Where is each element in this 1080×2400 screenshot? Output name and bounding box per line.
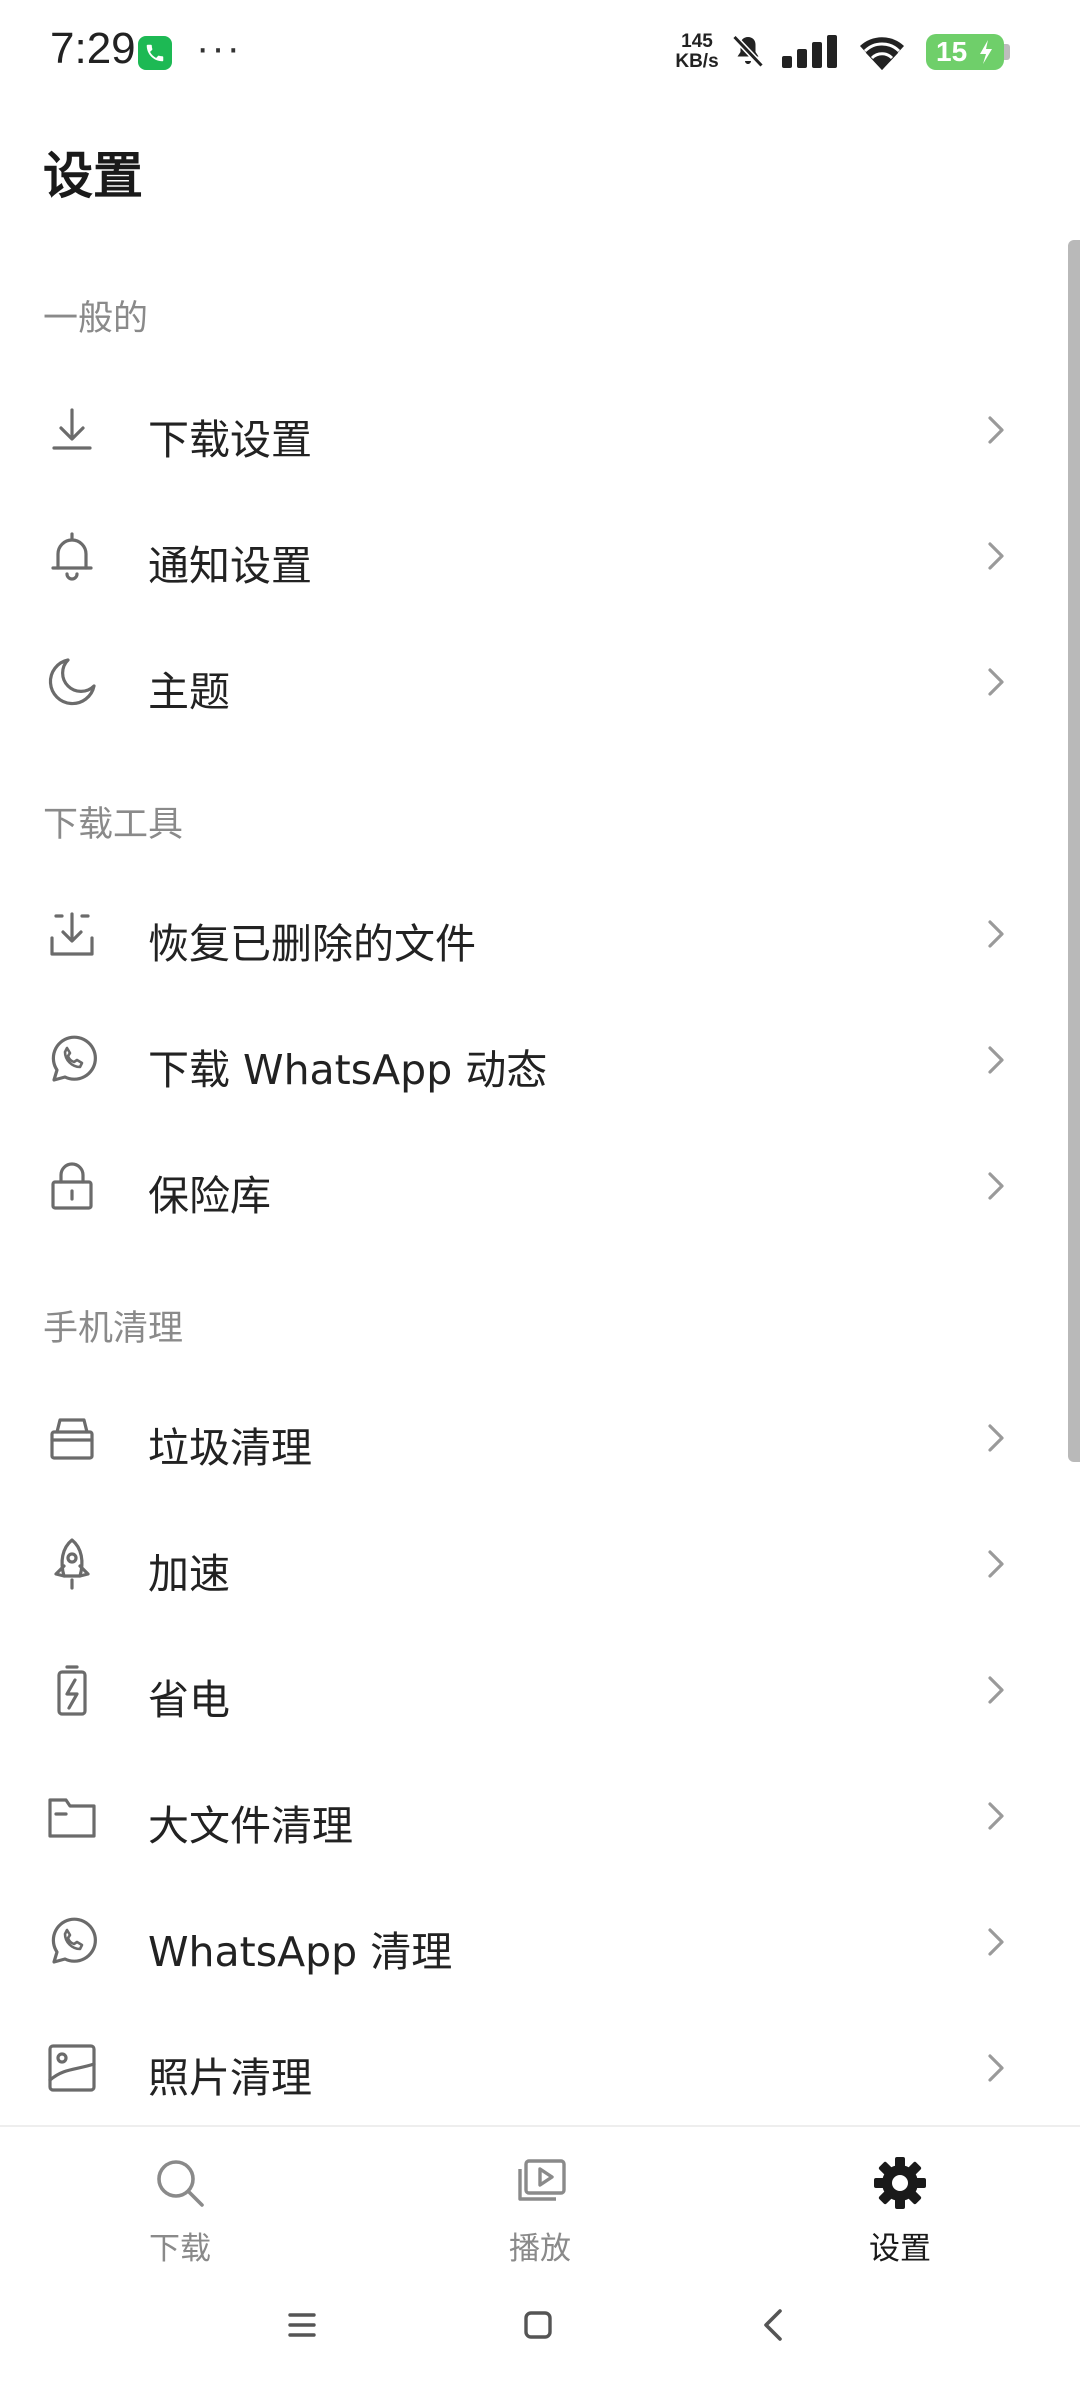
download-icon bbox=[44, 402, 100, 458]
menu-item-photo-clean[interactable]: 照片清理 bbox=[0, 2008, 1060, 2128]
photo-icon bbox=[44, 2040, 100, 2096]
gear-icon bbox=[872, 2155, 928, 2211]
chevron-right-icon bbox=[984, 1546, 1008, 1586]
menu-item-label: 下载设置 bbox=[148, 416, 312, 464]
battery-level: 15 bbox=[936, 36, 968, 67]
section-header-download-tools: 下载工具 bbox=[43, 805, 184, 845]
menu-item-notification-settings[interactable]: 通知设置 bbox=[0, 496, 1060, 616]
menu-icon[interactable] bbox=[272, 2295, 332, 2355]
menu-item-whatsapp-clean[interactable]: WhatsApp 清理 bbox=[0, 1882, 1060, 2002]
section-header-general: 一般的 bbox=[43, 299, 149, 339]
menu-item-label: 通知设置 bbox=[148, 542, 312, 590]
system-nav-bar bbox=[0, 2265, 1080, 2400]
menu-item-label: 大文件清理 bbox=[148, 1802, 353, 1850]
tab-settings[interactable]: 设置 bbox=[800, 2127, 1000, 2267]
whatsapp-icon bbox=[44, 1914, 100, 1970]
page-title: 设置 bbox=[43, 147, 143, 205]
chevron-right-icon bbox=[984, 1042, 1008, 1082]
search-icon bbox=[152, 2155, 208, 2211]
trash-bin-icon bbox=[44, 1410, 100, 1466]
mute-icon bbox=[730, 32, 766, 76]
menu-item-label: 加速 bbox=[148, 1550, 230, 1598]
lock-icon bbox=[44, 1158, 100, 1214]
chevron-right-icon bbox=[984, 1672, 1008, 1712]
whatsapp-icon bbox=[44, 1032, 100, 1088]
chevron-right-icon bbox=[984, 1168, 1008, 1208]
tab-download[interactable]: 下载 bbox=[80, 2127, 280, 2267]
folder-icon bbox=[44, 1788, 100, 1844]
bell-icon bbox=[44, 528, 100, 584]
signal-icon bbox=[780, 34, 842, 74]
network-speed-unit: KB/s bbox=[675, 51, 719, 72]
menu-item-label: 主题 bbox=[148, 668, 230, 716]
scrollbar[interactable] bbox=[1068, 240, 1080, 1462]
tab-label: 设置 bbox=[869, 2231, 931, 2267]
rocket-icon bbox=[44, 1536, 100, 1592]
back-icon[interactable] bbox=[744, 2295, 804, 2355]
battery-icon: 15 bbox=[926, 34, 1004, 70]
menu-item-large-files[interactable]: 大文件清理 bbox=[0, 1756, 1060, 1876]
menu-item-label: 省电 bbox=[148, 1676, 230, 1724]
menu-item-power-saving[interactable]: 省电 bbox=[0, 1630, 1060, 1750]
chevron-right-icon bbox=[984, 916, 1008, 956]
play-library-icon bbox=[512, 2155, 568, 2211]
menu-item-label: 垃圾清理 bbox=[148, 1424, 312, 1472]
restore-download-icon bbox=[44, 906, 100, 962]
menu-item-label: WhatsApp 清理 bbox=[148, 1928, 453, 1976]
menu-item-recover-files[interactable]: 恢复已删除的文件 bbox=[0, 874, 1060, 994]
menu-item-label: 照片清理 bbox=[148, 2054, 312, 2102]
more-notifications-icon: ··· bbox=[196, 26, 242, 70]
chevron-right-icon bbox=[984, 1924, 1008, 1964]
tab-label: 下载 bbox=[149, 2231, 211, 2267]
battery-saver-icon bbox=[44, 1662, 100, 1718]
chevron-right-icon bbox=[984, 1420, 1008, 1460]
menu-item-theme[interactable]: 主题 bbox=[0, 622, 1060, 742]
menu-item-boost[interactable]: 加速 bbox=[0, 1504, 1060, 1624]
chevron-right-icon bbox=[984, 2050, 1008, 2090]
call-icon bbox=[138, 36, 172, 70]
tab-label: 播放 bbox=[509, 2231, 571, 2267]
wifi-icon bbox=[856, 32, 908, 76]
tab-play[interactable]: 播放 bbox=[440, 2127, 640, 2267]
menu-item-label: 保险库 bbox=[148, 1172, 271, 1220]
menu-item-junk-clean[interactable]: 垃圾清理 bbox=[0, 1378, 1060, 1498]
chevron-right-icon bbox=[984, 1798, 1008, 1838]
chevron-right-icon bbox=[984, 538, 1008, 578]
section-header-phone-cleaning: 手机清理 bbox=[43, 1309, 184, 1349]
battery-tip bbox=[1004, 44, 1010, 60]
menu-item-vault[interactable]: 保险库 bbox=[0, 1126, 1060, 1246]
chevron-right-icon bbox=[984, 412, 1008, 452]
network-speed: 145 KB/s bbox=[670, 32, 724, 72]
menu-item-label: 下载 WhatsApp 动态 bbox=[148, 1046, 548, 1094]
chevron-right-icon bbox=[984, 664, 1008, 704]
network-speed-value: 145 bbox=[681, 31, 713, 52]
moon-icon bbox=[44, 654, 100, 710]
status-time: 7:29 bbox=[50, 24, 136, 73]
menu-item-whatsapp-status[interactable]: 下载 WhatsApp 动态 bbox=[0, 1000, 1060, 1120]
home-icon[interactable] bbox=[508, 2295, 568, 2355]
status-bar: 7:29 ··· 145 KB/s 15 bbox=[0, 0, 1080, 104]
menu-item-download-settings[interactable]: 下载设置 bbox=[0, 370, 1060, 490]
bottom-nav: 下载 播放 设置 bbox=[0, 2125, 1080, 2267]
menu-item-label: 恢复已删除的文件 bbox=[148, 920, 476, 968]
